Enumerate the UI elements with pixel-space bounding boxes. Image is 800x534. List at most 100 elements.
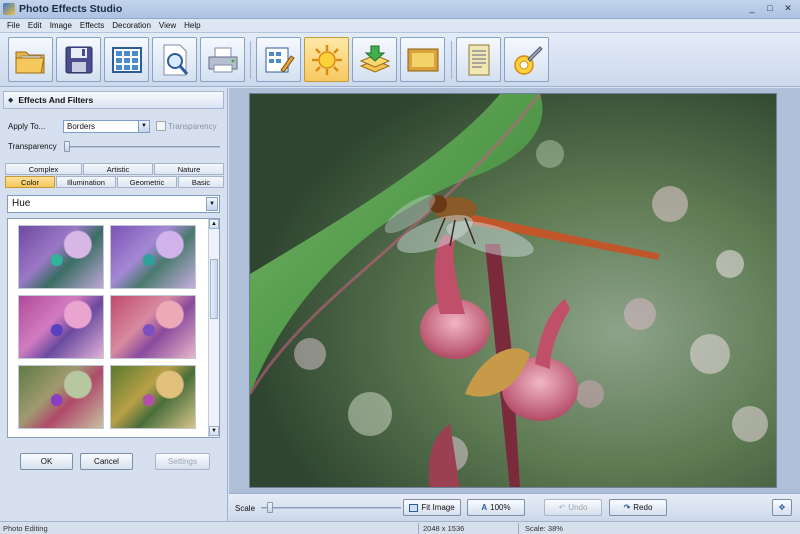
undo-icon: ↶: [558, 503, 566, 512]
transparency-slider-thumb[interactable]: [64, 141, 70, 152]
panel-title: Effects And Filters: [18, 95, 94, 105]
title-bar: Photo Effects Studio _ □ ✕: [0, 0, 800, 19]
toolbar: [0, 33, 800, 87]
redo-label: Redo: [633, 503, 653, 512]
app-icon: [3, 3, 15, 15]
status-separator: [518, 523, 519, 534]
save-icon: [65, 46, 92, 73]
settings-button-panel[interactable]: Settings: [155, 453, 210, 470]
apply-to-label: Apply To...: [8, 122, 46, 131]
menu-effects[interactable]: Effects: [76, 21, 108, 30]
menu-bar: File Edit Image Effects Decoration View …: [0, 19, 800, 33]
menu-decoration[interactable]: Decoration: [108, 21, 155, 30]
tab-complex[interactable]: Complex: [5, 163, 82, 175]
transparency-check-label: Transparency: [168, 122, 217, 131]
zoom-100-button[interactable]: A 100%: [467, 499, 525, 516]
redo-button[interactable]: ↷ Redo: [609, 499, 667, 516]
scroll-up-icon[interactable]: ▲: [209, 219, 219, 229]
navigator-button[interactable]: ✥: [772, 499, 792, 516]
save-button[interactable]: [56, 37, 101, 82]
scroll-down-icon[interactable]: ▼: [209, 426, 219, 436]
window-title: Photo Effects Studio: [19, 3, 123, 15]
menu-view[interactable]: View: [155, 21, 180, 30]
chevron-down-icon: ▼: [206, 197, 218, 211]
preview-button[interactable]: [152, 37, 197, 82]
status-scale: Scale: 38%: [525, 524, 563, 533]
apply-to-select[interactable]: Borders ▼: [63, 120, 150, 133]
chevron-down-icon: ▼: [138, 121, 149, 132]
tab-artistic[interactable]: Artistic: [83, 163, 153, 175]
status-dimensions: 2048 x 1536: [423, 524, 465, 533]
edit-icon: [265, 47, 295, 73]
effect-gallery: ▲ ▼: [7, 218, 220, 438]
effect-thumbnail[interactable]: [18, 295, 104, 359]
menu-file[interactable]: File: [3, 21, 24, 30]
redo-icon: ↷: [623, 503, 631, 512]
frame-icon: [407, 48, 438, 71]
window-controls: _ □ ✕: [744, 2, 796, 16]
open-icon: [15, 51, 45, 73]
minimize-button[interactable]: _: [744, 2, 760, 16]
status-mode: Photo Editing: [3, 524, 48, 533]
document-button[interactable]: [456, 37, 501, 82]
transparency-checkbox[interactable]: [156, 121, 166, 131]
scale-label: Scale: [235, 504, 256, 513]
tab-illumination[interactable]: Illumination: [56, 176, 116, 188]
canvas-area: [229, 88, 800, 493]
toolbar-separator: [451, 41, 452, 79]
effect-select[interactable]: Hue ▼: [7, 195, 220, 213]
status-separator: [418, 523, 419, 534]
panel-header[interactable]: ◆ Effects And Filters: [3, 91, 224, 109]
tab-geometric[interactable]: Geometric: [117, 176, 177, 188]
apply-to-value: Borders: [67, 122, 96, 131]
scale-slider-thumb[interactable]: [267, 502, 273, 513]
effects-panel: ◆ Effects And Filters Apply To... Border…: [0, 88, 228, 521]
effects-button[interactable]: [304, 37, 349, 82]
document-icon: [468, 44, 489, 75]
effect-thumbnail[interactable]: [18, 225, 104, 289]
print-icon: [208, 47, 237, 72]
layers-icon: [359, 45, 390, 73]
transparency-label: Transparency: [8, 142, 57, 151]
undo-button[interactable]: ↶ Undo: [544, 499, 602, 516]
fit-image-icon: [409, 503, 419, 512]
menu-edit[interactable]: Edit: [24, 21, 46, 30]
settings-icon: [513, 45, 543, 75]
ok-button[interactable]: OK: [20, 453, 73, 470]
tab-basic[interactable]: Basic: [178, 176, 224, 188]
layers-button[interactable]: [352, 37, 397, 82]
preview-icon: [163, 44, 188, 75]
effect-thumbnail[interactable]: [110, 365, 196, 429]
tab-color[interactable]: Color: [5, 176, 55, 188]
effect-value: Hue: [12, 198, 31, 209]
settings-button[interactable]: [504, 37, 549, 82]
menu-help[interactable]: Help: [180, 21, 204, 30]
photo-canvas[interactable]: [249, 93, 777, 488]
navigator-icon: ✥: [778, 503, 786, 512]
view-controls-bar: Scale Fit Image A 100% ↶ Undo ↷ Redo ✥: [229, 493, 800, 521]
open-button[interactable]: [8, 37, 53, 82]
menu-image[interactable]: Image: [46, 21, 76, 30]
close-button[interactable]: ✕: [780, 2, 796, 16]
fit-image-label: Fit Image: [421, 503, 455, 512]
effect-thumbnail[interactable]: [110, 295, 196, 359]
thumbnails-button[interactable]: [104, 37, 149, 82]
edit-button[interactable]: [256, 37, 301, 82]
tab-nature[interactable]: Nature: [154, 163, 224, 175]
photo-image: [250, 94, 776, 487]
zoom-icon: A: [481, 503, 488, 512]
zoom-100-label: 100%: [490, 503, 511, 512]
frame-button[interactable]: [400, 37, 445, 82]
effects-sun-icon: [311, 44, 342, 75]
maximize-button[interactable]: □: [762, 2, 778, 16]
scale-slider-track[interactable]: [261, 507, 401, 509]
cancel-button[interactable]: Cancel: [80, 453, 133, 470]
print-button[interactable]: [200, 37, 245, 82]
transparency-slider-track[interactable]: [64, 146, 220, 148]
scroll-thumb[interactable]: [210, 259, 218, 319]
effect-thumbnail[interactable]: [110, 225, 196, 289]
effect-thumbnail[interactable]: [18, 365, 104, 429]
fit-image-button[interactable]: Fit Image: [403, 499, 461, 516]
collapse-icon: ◆: [8, 97, 14, 104]
gallery-scrollbar[interactable]: ▲ ▼: [208, 219, 219, 437]
